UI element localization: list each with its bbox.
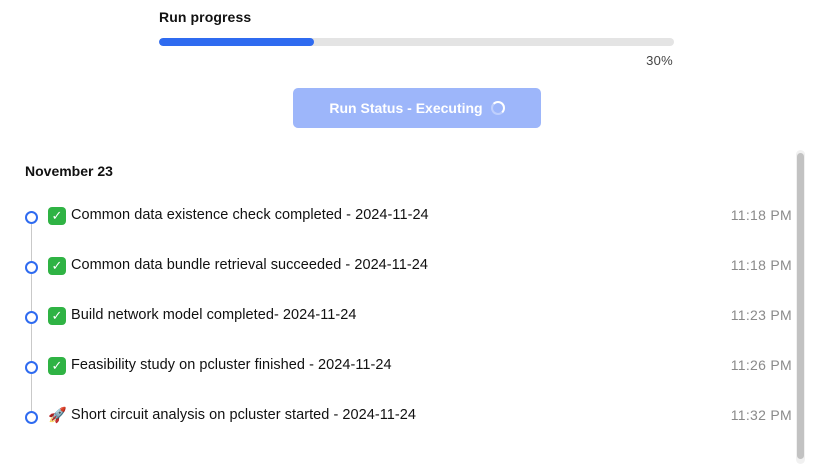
- timeline-dot-icon: [25, 361, 38, 374]
- check-mark-icon: ✓: [48, 307, 66, 325]
- run-status-button[interactable]: Run Status - Executing: [293, 88, 541, 128]
- timeline-dot-icon: [25, 411, 38, 424]
- timeline-item: ✓ Build network model completed- 2024-11…: [0, 305, 800, 329]
- timeline-item-text: Common data bundle retrieval succeeded -…: [71, 257, 428, 273]
- scrollbar[interactable]: [796, 150, 805, 464]
- check-mark-icon: ✓: [48, 257, 66, 275]
- timeline-date-heading: November 23: [25, 163, 113, 179]
- check-mark-icon: ✓: [48, 357, 66, 375]
- progress-percent: 30%: [646, 53, 673, 68]
- timeline-item-time: 11:23 PM: [730, 307, 792, 323]
- timeline-item-text: Common data existence check completed - …: [71, 207, 429, 223]
- progress-bar-fill: [159, 38, 314, 46]
- progress-bar: [159, 38, 674, 46]
- timeline-dot-icon: [25, 261, 38, 274]
- timeline-item: ✓ Feasibility study on pcluster finished…: [0, 355, 800, 379]
- spinner-icon: [490, 101, 505, 115]
- timeline-item: ✓ Common data bundle retrieval succeeded…: [0, 255, 800, 279]
- timeline-item: 🚀 Short circuit analysis on pcluster sta…: [0, 405, 800, 429]
- timeline-dot-icon: [25, 211, 38, 224]
- timeline-item-text: Build network model completed- 2024-11-2…: [71, 307, 357, 323]
- timeline-item: ✓ Common data existence check completed …: [0, 205, 800, 229]
- timeline-item-text: Feasibility study on pcluster finished -…: [71, 357, 392, 373]
- check-mark-icon: ✓: [48, 207, 66, 225]
- progress-title: Run progress: [159, 9, 252, 25]
- rocket-icon: 🚀: [48, 407, 67, 424]
- timeline-item-time: 11:32 PM: [730, 407, 792, 423]
- run-status-label: Run Status - Executing: [329, 100, 483, 116]
- timeline-list[interactable]: November 23 ✓ Common data existence chec…: [0, 148, 813, 467]
- timeline-item-time: 11:18 PM: [730, 207, 792, 223]
- run-progress-panel: Run progress 30% Run Status - Executing …: [0, 0, 813, 467]
- timeline-item-time: 11:26 PM: [730, 357, 792, 373]
- timeline-item-text: Short circuit analysis on pcluster start…: [71, 407, 417, 423]
- timeline-item-time: 11:18 PM: [730, 257, 792, 273]
- scrollbar-thumb[interactable]: [797, 153, 804, 459]
- timeline-dot-icon: [25, 311, 38, 324]
